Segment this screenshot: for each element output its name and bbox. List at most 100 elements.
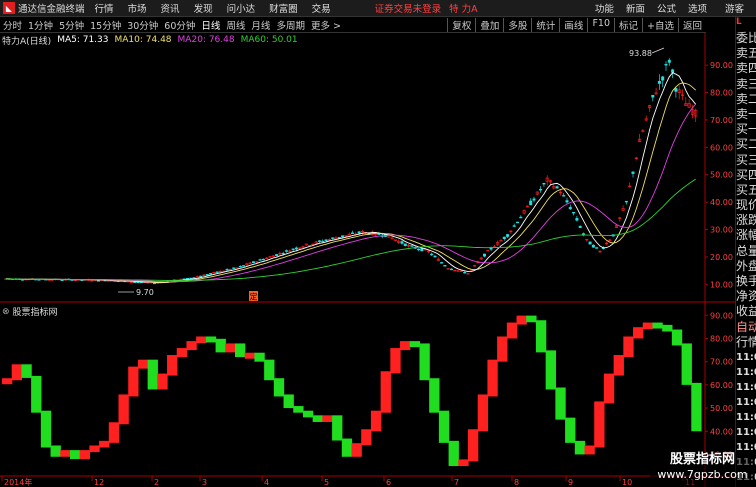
indicator-step-bar bbox=[157, 373, 168, 390]
price-tick-label: 50.00 bbox=[710, 171, 733, 180]
candle-body bbox=[400, 241, 404, 244]
candle-body bbox=[96, 280, 100, 282]
candle-body bbox=[575, 218, 579, 221]
side-label-7: 买二 bbox=[736, 137, 756, 152]
sub-tick-label: 50.00 bbox=[710, 404, 733, 413]
candle-body bbox=[443, 265, 447, 267]
candle-body bbox=[449, 268, 453, 271]
candle-body bbox=[377, 233, 381, 235]
sub-tick-label: 40.00 bbox=[710, 427, 733, 436]
sub-tick-label: 70.00 bbox=[710, 358, 733, 367]
candle-body bbox=[275, 254, 279, 256]
indicator-step-bar bbox=[273, 378, 285, 397]
indicator-step-bar bbox=[99, 440, 110, 448]
candle-body bbox=[215, 271, 219, 273]
high-price-pointer bbox=[651, 47, 665, 54]
date-label: 3 bbox=[202, 478, 207, 487]
indicator-step-bar bbox=[128, 366, 139, 397]
indicator-step-bar bbox=[351, 443, 362, 457]
candle-body bbox=[195, 276, 199, 278]
indicator-step-bar bbox=[137, 359, 149, 369]
indicator-step-bar bbox=[69, 450, 81, 460]
indicator-step-bar bbox=[545, 350, 556, 390]
sub-indicator-title[interactable]: 股票指标网 bbox=[13, 305, 58, 318]
candle-body bbox=[562, 195, 566, 197]
price-tick-label: 10.00 bbox=[710, 280, 733, 289]
candle-body bbox=[512, 225, 516, 227]
indicator-step-bar bbox=[516, 315, 527, 325]
candle-body bbox=[591, 244, 595, 248]
candle-body bbox=[674, 88, 678, 92]
candle-body bbox=[317, 240, 321, 242]
candle-body bbox=[595, 247, 599, 249]
indicator-step-bar bbox=[244, 352, 256, 359]
quote-label: 行情 bbox=[736, 334, 756, 349]
indicator-step-bar bbox=[419, 343, 430, 381]
date-label: 12 bbox=[94, 478, 104, 487]
side-label-18: 收益 bbox=[736, 304, 756, 319]
price-tick-label: 90.00 bbox=[710, 61, 733, 70]
ma60-line bbox=[5, 178, 696, 281]
candle-body bbox=[291, 248, 295, 251]
candle-body bbox=[661, 76, 665, 81]
indicator-step-bar bbox=[147, 359, 158, 390]
side-label-5: 卖一 bbox=[736, 106, 756, 121]
candle-body bbox=[357, 231, 361, 234]
indicator-step-bar bbox=[79, 450, 90, 460]
indicator-step-bar bbox=[225, 343, 236, 353]
candle-body bbox=[258, 259, 262, 261]
candle-body bbox=[341, 235, 345, 238]
candle-body bbox=[463, 271, 467, 274]
side-label-13: 涨幅 bbox=[736, 228, 756, 243]
indicator-step-bar bbox=[584, 445, 595, 455]
candle-body bbox=[199, 275, 203, 278]
candle-body bbox=[532, 198, 536, 201]
indicator-step-bar bbox=[477, 394, 489, 432]
date-label: 6 bbox=[386, 478, 391, 487]
candle-body bbox=[324, 239, 328, 241]
candle-body bbox=[555, 186, 559, 189]
indicator-step-bar bbox=[468, 429, 479, 462]
candle-body bbox=[284, 250, 288, 252]
price-tick-label: 40.00 bbox=[710, 198, 733, 207]
ma60-value: MA60: 50.01 bbox=[240, 35, 298, 45]
candle-body bbox=[232, 267, 236, 269]
indicator-step-bar bbox=[89, 445, 100, 453]
indicator-step-bar bbox=[681, 343, 692, 385]
candle-body bbox=[47, 279, 51, 281]
candle-body bbox=[671, 69, 675, 73]
indicator-step-bar bbox=[254, 352, 265, 362]
candle-body bbox=[515, 221, 519, 224]
indicator-step-bar bbox=[535, 320, 547, 353]
candle-body bbox=[624, 200, 628, 203]
sub-tick-label: 80.00 bbox=[710, 334, 733, 343]
indicator-step-bar bbox=[526, 315, 537, 323]
side-label-3: 卖三 bbox=[736, 76, 756, 91]
side-label-15: 外盘 bbox=[736, 258, 756, 273]
chart-area[interactable]: 90.00 80.00 70.00 60.00 50.00 40.00 30.00 20.00… bbox=[0, 0, 735, 487]
candle-body bbox=[433, 255, 437, 258]
candle-body bbox=[281, 253, 285, 255]
price-tick-label: 70.00 bbox=[710, 116, 733, 125]
indicator-step-bar bbox=[633, 327, 644, 339]
ma20-value: MA20: 76.48 bbox=[177, 35, 235, 45]
date-label: 8 bbox=[514, 478, 519, 487]
indicator-step-bar bbox=[652, 322, 663, 329]
candle-body bbox=[565, 200, 569, 203]
indicator-settings-icon[interactable]: ⊗ bbox=[2, 307, 10, 317]
ma5-line bbox=[5, 72, 697, 284]
candle-body bbox=[133, 281, 137, 284]
indicator-step-bar bbox=[235, 343, 246, 358]
indicator-step-bar bbox=[264, 359, 275, 381]
candle-body bbox=[542, 182, 546, 185]
side-label-10: 买五 bbox=[736, 182, 756, 197]
price-tick-label: 30.00 bbox=[710, 226, 733, 235]
indicator-step-bar bbox=[400, 341, 411, 351]
candle-body bbox=[403, 243, 407, 246]
indicator-step-bar bbox=[390, 348, 401, 374]
candle-body bbox=[529, 200, 533, 206]
auto-quote-label[interactable]: 自动 bbox=[736, 320, 756, 335]
indicator-step-bar bbox=[205, 336, 217, 343]
indicator-step-bar bbox=[167, 355, 178, 376]
trade-time-2: 11:08 bbox=[736, 381, 756, 393]
